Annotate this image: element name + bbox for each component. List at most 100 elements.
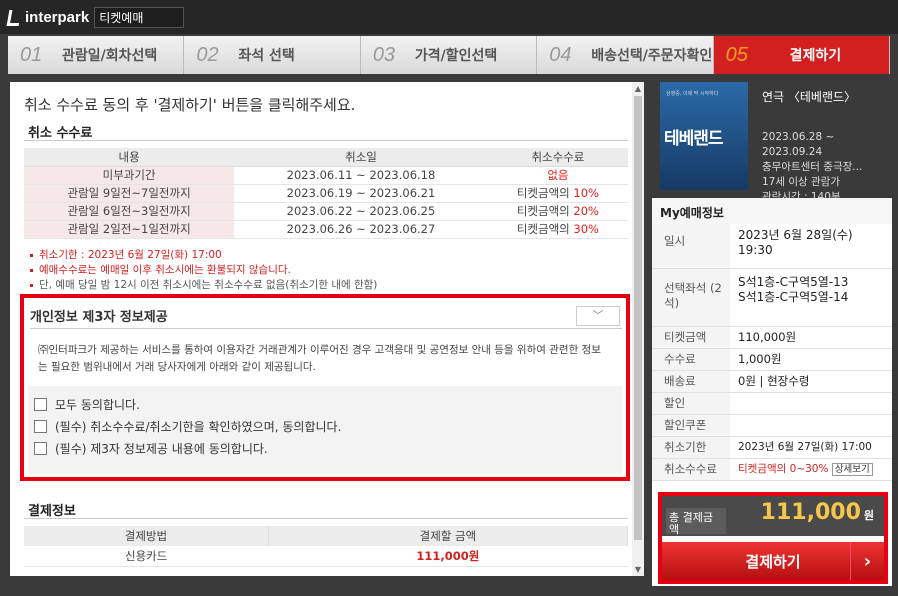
step-number: 01 (20, 43, 43, 66)
privacy-consent-panel: 개인정보 제3자 정보제공 ﹀ ㈜인터파크가 제공하는 서비스를 통하여 이용자… (20, 294, 630, 481)
step-label: 가격/할인선택 (414, 48, 498, 64)
privacy-title: 개인정보 제3자 정보제공 (30, 310, 168, 325)
agree-fee-label: (필수) 취소수수료/취소기한을 확인하였으며, 동의합니다. (55, 420, 342, 434)
info-label: 수수료 (652, 348, 730, 371)
payment-method: 신용카드 (24, 546, 269, 567)
info-row: 티켓금액 110,000원 (652, 326, 892, 349)
poster-caption: 상영중, 이제 막 시작하다 (666, 91, 719, 97)
payment-info-title: 결제정보 (28, 504, 76, 519)
show-name: 연극 〈테베랜드〉 (762, 90, 857, 104)
title-bar: interpark 티켓예매 (0, 0, 898, 34)
info-label: 배송료 (652, 370, 730, 393)
cell-fee: 티켓금액의 20% (487, 202, 628, 221)
info-delivery: 0원 | 현장수령 (730, 370, 892, 393)
table-header: 결제방법 (24, 526, 269, 546)
scroll-up-icon[interactable]: ▲ (632, 84, 644, 93)
logo-subtitle: 티켓예매 (94, 7, 185, 28)
info-row: 배송료 0원 | 현장수령 (652, 370, 892, 393)
my-booking-table: 일시 2023년 6월 28일(수) 19:30 선택좌석 (2석) S석1층-C구… (652, 224, 892, 481)
total-amount: 111,000 원 (761, 500, 874, 525)
show-info: 2023.06.28 ~ 2023.09.24 충무아트센터 중극장... 17… (762, 130, 892, 205)
scrollbar[interactable]: ▲ ▼ (632, 82, 644, 576)
scroll-thumb[interactable] (634, 96, 642, 540)
cell-date: 2023.06.19 ~ 2023.06.21 (234, 184, 488, 203)
fee-prefix: 티켓금액의 (516, 186, 574, 200)
scroll-down-icon[interactable]: ▼ (632, 565, 644, 574)
cancel-fee-title: 취소 수수료 (28, 126, 93, 141)
logo-text: interpark (25, 9, 90, 26)
agree-fee-checkbox[interactable]: (필수) 취소수수료/취소기한을 확인하였으며, 동의합니다. (34, 418, 341, 435)
cancel-fee-table: 내용 취소일 취소수수료 미부과기간 2023.06.11 ~ 2023.06.… (24, 148, 628, 239)
divider (30, 328, 622, 329)
step-2[interactable]: 02 좌석 선택 (184, 36, 361, 74)
checkbox-icon[interactable] (34, 398, 47, 411)
chevron-down-icon[interactable]: ﹀ (576, 306, 620, 326)
detail-button[interactable]: 상세보기 (831, 462, 873, 476)
fee-value: 10% (573, 186, 599, 200)
total-amount-value: 111,000 (760, 500, 861, 525)
info-label: 할인쿠폰 (652, 414, 730, 437)
seat-2: S석1층-C구역5열-14 (738, 289, 849, 304)
step-4[interactable]: 04 배송선택/주문자확인 (537, 36, 714, 74)
total-amount-bar: 총 결제금액 111,000 원 (662, 496, 884, 536)
info-deadline: 2023년 6월 27일(화) 17:00 (730, 436, 892, 459)
table-row: 관람일 9일전~7일전까지 2023.06.19 ~ 2023.06.21 티켓… (24, 184, 628, 203)
pay-button-label: 결제하기 (745, 552, 801, 571)
info-fee: 1,000원 (730, 348, 892, 371)
step-1[interactable]: 01 관람일/회차선택 (8, 36, 185, 74)
info-row: 할인쿠폰 (652, 414, 892, 437)
step-label: 배송선택/주문자확인 (591, 48, 713, 64)
divider (24, 140, 628, 141)
step-3[interactable]: 03 가격/할인선택 (360, 36, 538, 74)
cell-date: 2023.06.22 ~ 2023.06.25 (234, 202, 488, 221)
info-discount (730, 392, 892, 415)
show-period: 2023.06.28 ~ 2023.09.24 (762, 131, 835, 158)
agree-third-party-checkbox[interactable]: (필수) 제3자 정보제공 내용에 동의합니다. (34, 440, 268, 457)
table-row: 신용카드 111,000원 (24, 546, 628, 567)
agree-third-label: (필수) 제3자 정보제공 내용에 동의합니다. (55, 442, 268, 456)
info-label: 일시 (652, 224, 730, 269)
interpark-logo: interpark 티켓예매 (6, 7, 185, 28)
fee-prefix: 티켓금액의 (516, 204, 574, 218)
step-number: 03 (372, 43, 396, 66)
step-label: 관람일/회차선택 (62, 48, 158, 64)
privacy-text: ㈜인터파크가 제공하는 서비스를 통하여 이용자간 거래관계가 이루어진 경우 … (38, 344, 601, 373)
checkbox-icon[interactable] (34, 420, 47, 433)
cell-fee: 없음 (487, 166, 628, 185)
info-row: 취소수수료 티켓금액의 0~30% 상세보기 (652, 458, 892, 481)
info-label: 티켓금액 (652, 326, 730, 349)
note-same-day: 단, 예매 당일 밤 12시 이전 취소시에는 취소수수료 없음(취소기한 내에… (30, 278, 377, 293)
pay-button[interactable]: 결제하기 › (662, 542, 884, 580)
step-label: 좌석 선택 (238, 48, 295, 64)
payment-table: 결제방법 결제할 금액 신용카드 111,000원 (24, 526, 629, 567)
divider (24, 518, 628, 519)
cell-content: 관람일 6일전~3일전까지 (24, 202, 235, 221)
agreement-box: 모두 동의합니다. (필수) 취소수수료/취소기한을 확인하였으며, 동의합니다… (28, 386, 622, 474)
info-row: 일시 2023년 6월 28일(수) 19:30 (652, 224, 892, 269)
note-deadline: 취소기한 : 2023년 6월 27일(화) 17:00 (30, 248, 377, 263)
info-coupon (730, 414, 892, 437)
cell-content: 관람일 2일전~1일전까지 (24, 220, 235, 239)
cancel-notes: 취소기한 : 2023년 6월 27일(화) 17:00 예매수수료는 예매일 … (30, 248, 377, 293)
step-number: 05 (725, 43, 748, 66)
step-number: 02 (196, 43, 219, 66)
agree-all-label: 모두 동의합니다. (55, 398, 140, 412)
my-booking-title: My예매정보 (652, 198, 892, 224)
fee-value: 없음 (547, 168, 569, 182)
agree-all-checkbox[interactable]: 모두 동의합니다. (34, 396, 140, 413)
step-5-active[interactable]: 05 결제하기 (713, 36, 891, 74)
logo-icon (6, 9, 22, 26)
show-venue: 충무아트센터 중극장... (762, 161, 863, 173)
info-row: 수수료 1,000원 (652, 348, 892, 371)
fee-prefix: 티켓금액의 (516, 222, 574, 236)
instruction-text: 취소 수수료 동의 후 '결제하기' 버튼을 클릭해주세요. (24, 96, 356, 114)
table-header: 결제할 금액 (268, 526, 629, 546)
poster-title: 테베랜드 (664, 129, 724, 149)
table-header: 내용 (24, 148, 235, 167)
cell-content: 미부과기간 (24, 166, 235, 185)
checkbox-icon[interactable] (34, 442, 47, 455)
fee-value: 20% (573, 204, 599, 218)
table-row: 미부과기간 2023.06.11 ~ 2023.06.18 없음 (24, 166, 628, 185)
cell-fee: 티켓금액의 10% (487, 184, 628, 203)
info-label: 취소수수료 (652, 458, 730, 481)
